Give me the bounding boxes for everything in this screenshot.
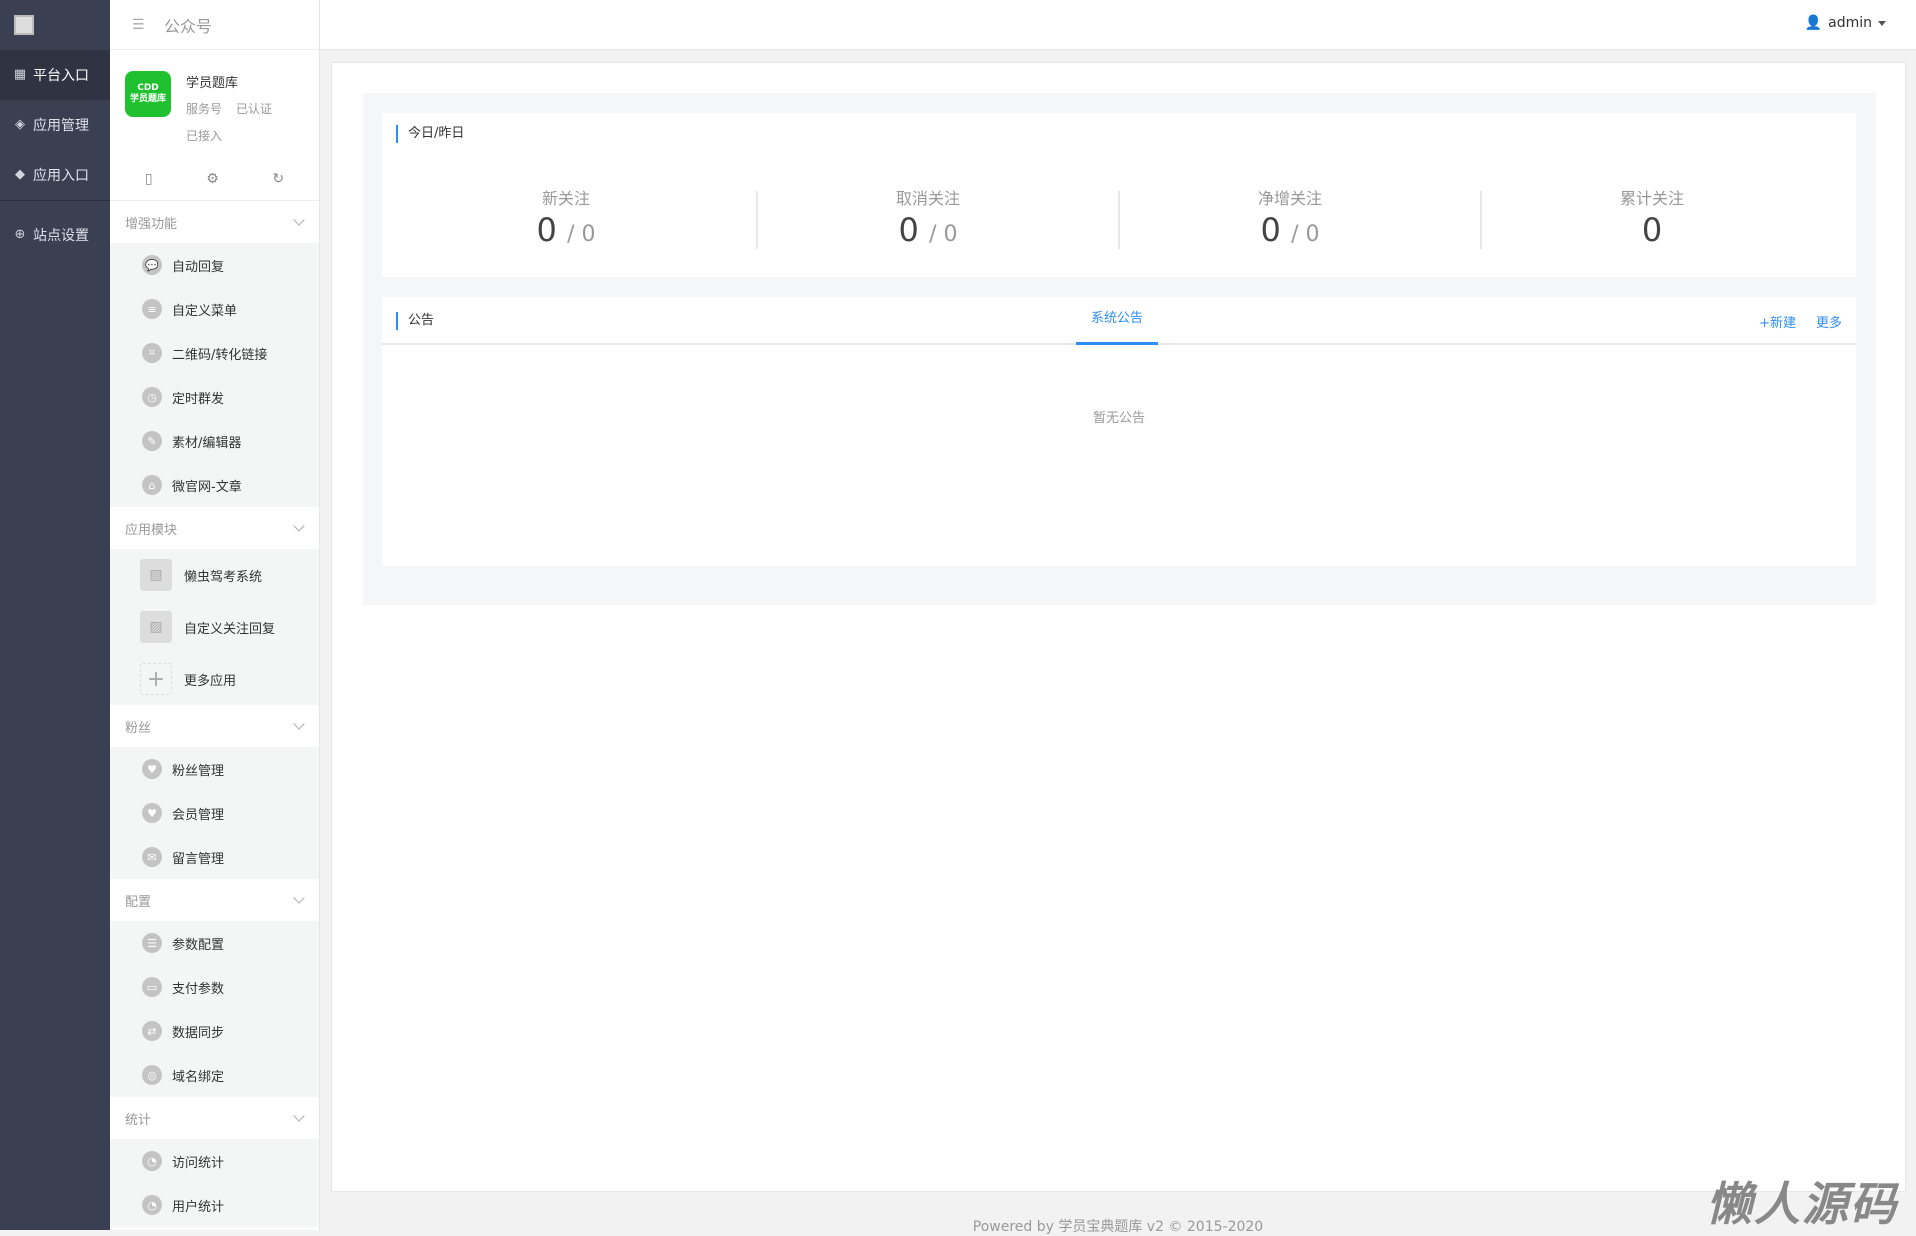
menu-item-icon: ◔ (142, 1151, 162, 1171)
menu-item-icon: ◷ (142, 387, 162, 407)
sidebar-item[interactable]: ☰ 参数配置 (110, 921, 319, 965)
group-header[interactable]: 粉丝 (110, 705, 319, 747)
tab-system-notice[interactable]: 系统公告 (1076, 297, 1158, 345)
more-apps-item[interactable]: + 更多应用 (110, 653, 319, 705)
sidebar-item[interactable]: ✉ 留言管理 (110, 835, 319, 879)
user-icon: 👤 (1804, 15, 1823, 31)
menu-item-icon: ⌗ (142, 343, 162, 363)
sidebar-item[interactable]: 💬 自动回复 (110, 243, 319, 287)
cube-icon: ◆ (15, 167, 25, 182)
sidebar-toggle-icon[interactable]: ☰ (132, 17, 164, 33)
account-card: CDD 学员题库 学员题库 服务号 已认证 已接入 ▯ ⚙ ↻ (110, 50, 319, 201)
sidebar-item[interactable]: ◔ 访问统计 (110, 1139, 319, 1183)
caret-down-icon (1878, 20, 1886, 26)
chevron-down-icon (293, 892, 305, 904)
sidebar-item[interactable]: ⌂ 微官网-文章 (110, 463, 319, 507)
watermark: 懒人源码 (1706, 1177, 1898, 1231)
sidebar-title: 公众号 (164, 16, 213, 36)
stat-net-follow: 净增关注 0 / 0 (1257, 189, 1322, 249)
secondary-sidebar: ☰ 公众号 CDD 学员题库 学员题库 服务号 已认证 已接入 ▯ ⚙ ↻ 增强功能 💬 自动… (110, 0, 320, 1230)
sidebar-item[interactable]: ≡ 自定义菜单 (110, 287, 319, 331)
menu-item-icon: ✎ (142, 431, 162, 451)
sidebar-item[interactable]: ♥ 会员管理 (110, 791, 319, 835)
menu-item-icon: 💬 (142, 255, 162, 275)
menu-item-icon: ♥ (142, 759, 162, 779)
footer-text: Powered by 学员宝典题库 v2 © 2015-2020 (972, 1219, 1264, 1235)
nav-platform-entry[interactable]: ▦ 平台入口 (0, 50, 110, 100)
nav-site-settings[interactable]: ⊕ 站点设置 (0, 215, 110, 255)
grid-icon: ▦ (13, 67, 27, 82)
group-header[interactable]: 配置 (110, 879, 319, 921)
chevron-down-icon (293, 520, 305, 532)
sidebar-item[interactable]: ◷ 定时群发 (110, 375, 319, 419)
image-placeholder-icon (14, 15, 34, 35)
image-placeholder-icon: ▨ (140, 611, 172, 643)
menu-item-icon: ≡ (142, 299, 162, 319)
main-sidebar: ▦ 平台入口 ◈ 应用管理 ◆ 应用入口 ⊕ 站点设置 (0, 0, 110, 1230)
account-name: 学员题库 (186, 76, 239, 91)
sidebar-item[interactable]: ♥ 粉丝管理 (110, 747, 319, 791)
menu-item-icon: ☰ (142, 933, 162, 953)
app-item[interactable]: ▨ 懒虫驾考系统 (110, 549, 319, 601)
group-header[interactable]: 应用模块 (110, 507, 319, 549)
stat-unfollow: 取消关注 0 / 0 (895, 189, 960, 249)
menu-item-icon: ◔ (142, 1195, 162, 1215)
stat-total-follow: 累计关注 0 (1619, 189, 1684, 249)
menu-item-icon: ▭ (142, 977, 162, 997)
notice-card: 公告 系统公告 +新建 更多 暂无公告 (382, 297, 1856, 566)
cubes-icon: ◈ (15, 117, 25, 132)
sidebar-item[interactable]: ◔ 用户统计 (110, 1183, 319, 1227)
group-header[interactable]: 统计 (110, 1097, 319, 1139)
account-type: 服务号 (186, 102, 223, 116)
site-logo[interactable] (0, 0, 110, 50)
divider (0, 200, 110, 201)
stats-card: 今日/昨日 新关注 0 / 0 取消关注 0 / 0 净增关注 0 / 0 累计关注 0 (382, 113, 1856, 277)
group-header[interactable]: 增强功能 (110, 201, 319, 243)
chevron-down-icon (293, 1110, 305, 1122)
sidebar-item[interactable]: ⌗ 二维码/转化链接 (110, 331, 319, 375)
account-logo: CDD 学员题库 (125, 71, 171, 117)
notice-title: 公告 (396, 312, 434, 330)
gear-icon[interactable]: ⚙ (206, 171, 219, 187)
menu-item-icon: ◎ (142, 1065, 162, 1085)
new-notice-link[interactable]: +新建 (1759, 312, 1796, 331)
stat-new-follow: 新关注 0 / 0 (536, 189, 596, 249)
menu-item-icon: ⇄ (142, 1021, 162, 1041)
more-notice-link[interactable]: 更多 (1816, 312, 1842, 331)
plus-icon: + (140, 663, 172, 695)
account-verified: 已认证 (236, 102, 273, 116)
account-status: 已接入 (186, 129, 223, 143)
nav-app-entry[interactable]: ◆ 应用入口 (0, 150, 110, 200)
menu-item-icon: ✉ (142, 847, 162, 867)
menu-item-icon: ♥ (142, 803, 162, 823)
main-content: 今日/昨日 新关注 0 / 0 取消关注 0 / 0 净增关注 0 / 0 累计关注 0… (331, 62, 1906, 1192)
image-placeholder-icon: ▨ (140, 559, 172, 591)
nav-app-management[interactable]: ◈ 应用管理 (0, 100, 110, 150)
globe-icon: ⊕ (14, 227, 26, 242)
user-menu[interactable]: 👤 admin (1805, 15, 1886, 31)
empty-notice-text: 暂无公告 (1092, 411, 1145, 426)
stats-title: 今日/昨日 (396, 125, 464, 143)
mobile-icon[interactable]: ▯ (145, 171, 153, 187)
sidebar-item[interactable]: ⇄ 数据同步 (110, 1009, 319, 1053)
top-header: 👤 admin (320, 0, 1916, 50)
sidebar-item[interactable]: ▭ 支付参数 (110, 965, 319, 1009)
app-item[interactable]: ▨ 自定义关注回复 (110, 601, 319, 653)
sidebar-item[interactable]: ◎ 域名绑定 (110, 1053, 319, 1097)
chevron-down-icon (293, 718, 305, 730)
refresh-icon[interactable]: ↻ (272, 171, 284, 187)
sidebar-item[interactable]: ✎ 素材/编辑器 (110, 419, 319, 463)
menu-item-icon: ⌂ (142, 475, 162, 495)
chevron-down-icon (293, 214, 305, 226)
